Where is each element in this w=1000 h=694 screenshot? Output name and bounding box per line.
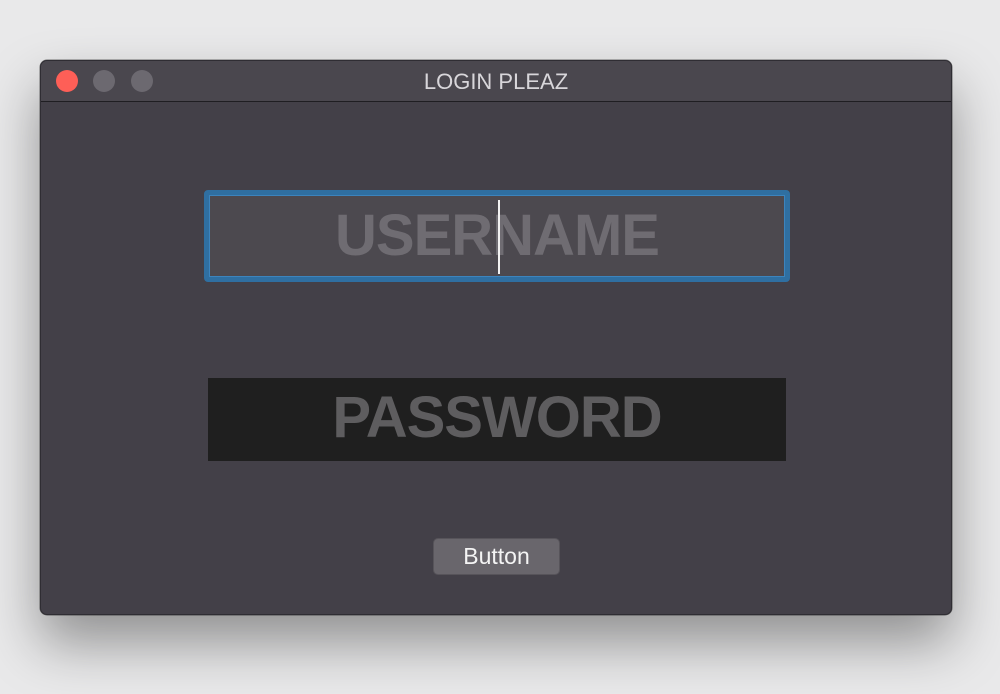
submit-button[interactable]: Button <box>433 538 560 575</box>
window-titlebar[interactable]: LOGIN PLEAZ <box>41 61 951 102</box>
window-title: LOGIN PLEAZ <box>423 69 569 94</box>
login-window: LOGIN PLEAZ USERNAME PASSWORD Button <box>40 60 952 615</box>
password-placeholder: PASSWORD <box>332 385 662 450</box>
login-form: USERNAME PASSWORD Button <box>41 102 951 614</box>
username-input[interactable]: USERNAME <box>204 190 790 282</box>
desktop-background: LOGIN PLEAZ USERNAME PASSWORD Button <box>0 0 1000 694</box>
password-input[interactable]: PASSWORD <box>208 378 786 461</box>
text-caret <box>498 200 500 274</box>
username-placeholder: USERNAME <box>335 203 660 268</box>
